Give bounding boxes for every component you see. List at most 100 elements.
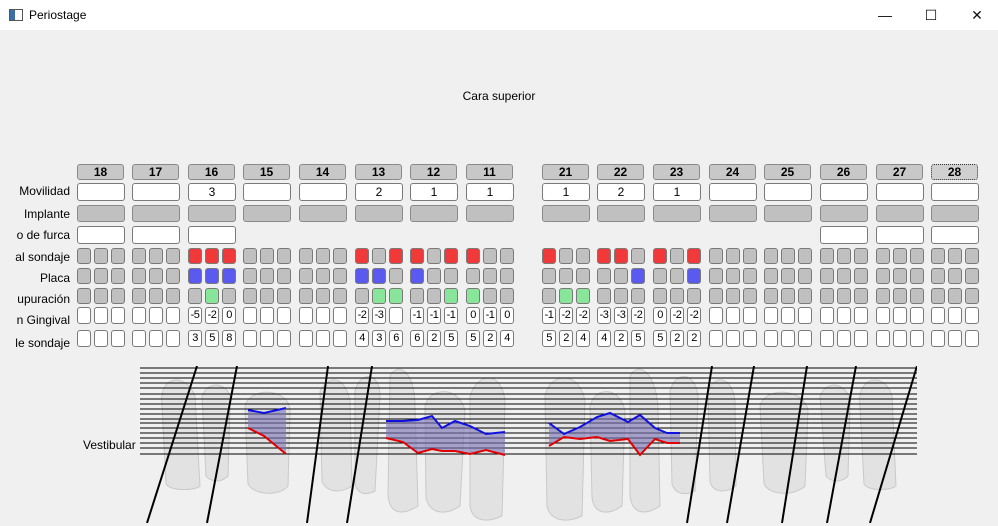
tooth-header-21[interactable]: 21 bbox=[542, 164, 589, 180]
bleeding-cell[interactable] bbox=[355, 248, 369, 264]
suppuration-cell[interactable] bbox=[260, 288, 274, 304]
bleeding-cell[interactable] bbox=[444, 248, 458, 264]
suppuration-cell[interactable] bbox=[500, 288, 514, 304]
bleeding-cell[interactable] bbox=[483, 248, 497, 264]
probing-input[interactable]: 5 bbox=[444, 330, 458, 347]
probing-input[interactable] bbox=[77, 330, 91, 347]
mobility-field-15[interactable] bbox=[243, 183, 291, 201]
gingival-input[interactable] bbox=[781, 307, 795, 324]
probing-input[interactable] bbox=[166, 330, 180, 347]
suppuration-cell[interactable] bbox=[820, 288, 834, 304]
gingival-input[interactable] bbox=[111, 307, 125, 324]
plaque-cell[interactable] bbox=[542, 268, 556, 284]
implant-toggle-26[interactable] bbox=[820, 205, 868, 222]
probing-input[interactable]: 6 bbox=[410, 330, 424, 347]
probing-input[interactable] bbox=[781, 330, 795, 347]
probing-input[interactable]: 4 bbox=[500, 330, 514, 347]
probing-input[interactable] bbox=[743, 330, 757, 347]
implant-toggle-27[interactable] bbox=[876, 205, 924, 222]
bleeding-cell[interactable] bbox=[111, 248, 125, 264]
probing-input[interactable] bbox=[260, 330, 274, 347]
plaque-cell[interactable] bbox=[576, 268, 590, 284]
bleeding-cell[interactable] bbox=[277, 248, 291, 264]
plaque-cell[interactable] bbox=[355, 268, 369, 284]
suppuration-cell[interactable] bbox=[355, 288, 369, 304]
probing-input[interactable]: 5 bbox=[653, 330, 667, 347]
probing-input[interactable] bbox=[316, 330, 330, 347]
probing-input[interactable]: 2 bbox=[483, 330, 497, 347]
bleeding-cell[interactable] bbox=[781, 248, 795, 264]
probing-input[interactable]: 4 bbox=[597, 330, 611, 347]
bleeding-cell[interactable] bbox=[166, 248, 180, 264]
bleeding-cell[interactable] bbox=[576, 248, 590, 264]
suppuration-cell[interactable] bbox=[948, 288, 962, 304]
suppuration-cell[interactable] bbox=[559, 288, 573, 304]
tooth-header-23[interactable]: 23 bbox=[653, 164, 700, 180]
tooth-header-22[interactable]: 22 bbox=[597, 164, 644, 180]
suppuration-cell[interactable] bbox=[94, 288, 108, 304]
suppuration-cell[interactable] bbox=[299, 288, 313, 304]
suppuration-cell[interactable] bbox=[466, 288, 480, 304]
probing-input[interactable] bbox=[333, 330, 347, 347]
suppuration-cell[interactable] bbox=[542, 288, 556, 304]
probing-input[interactable] bbox=[931, 330, 945, 347]
suppuration-cell[interactable] bbox=[614, 288, 628, 304]
bleeding-cell[interactable] bbox=[559, 248, 573, 264]
probing-input[interactable]: 2 bbox=[427, 330, 441, 347]
gingival-input[interactable] bbox=[389, 307, 403, 324]
plaque-cell[interactable] bbox=[205, 268, 219, 284]
plaque-cell[interactable] bbox=[277, 268, 291, 284]
mobility-field-16[interactable]: 3 bbox=[188, 183, 236, 201]
suppuration-cell[interactable] bbox=[687, 288, 701, 304]
plaque-cell[interactable] bbox=[149, 268, 163, 284]
gingival-input[interactable] bbox=[260, 307, 274, 324]
suppuration-cell[interactable] bbox=[965, 288, 979, 304]
suppuration-cell[interactable] bbox=[483, 288, 497, 304]
mobility-field-27[interactable] bbox=[876, 183, 924, 201]
probing-input[interactable] bbox=[893, 330, 907, 347]
gingival-input[interactable]: 0 bbox=[500, 307, 514, 324]
mobility-field-22[interactable]: 2 bbox=[597, 183, 645, 201]
probing-input[interactable] bbox=[94, 330, 108, 347]
furca-field-16[interactable] bbox=[188, 226, 236, 244]
bleeding-cell[interactable] bbox=[597, 248, 611, 264]
bleeding-cell[interactable] bbox=[764, 248, 778, 264]
implant-toggle-17[interactable] bbox=[132, 205, 180, 222]
suppuration-cell[interactable] bbox=[931, 288, 945, 304]
bleeding-cell[interactable] bbox=[260, 248, 274, 264]
mobility-field-26[interactable] bbox=[820, 183, 868, 201]
gingival-input[interactable]: -2 bbox=[355, 307, 369, 324]
plaque-cell[interactable] bbox=[631, 268, 645, 284]
probing-input[interactable]: 5 bbox=[466, 330, 480, 347]
bleeding-cell[interactable] bbox=[931, 248, 945, 264]
plaque-cell[interactable] bbox=[94, 268, 108, 284]
suppuration-cell[interactable] bbox=[333, 288, 347, 304]
implant-toggle-13[interactable] bbox=[355, 205, 403, 222]
plaque-cell[interactable] bbox=[837, 268, 851, 284]
bleeding-cell[interactable] bbox=[798, 248, 812, 264]
bleeding-cell[interactable] bbox=[389, 248, 403, 264]
implant-toggle-25[interactable] bbox=[764, 205, 812, 222]
suppuration-cell[interactable] bbox=[781, 288, 795, 304]
probing-input[interactable]: 2 bbox=[687, 330, 701, 347]
gingival-input[interactable] bbox=[820, 307, 834, 324]
plaque-cell[interactable] bbox=[854, 268, 868, 284]
bleeding-cell[interactable] bbox=[709, 248, 723, 264]
gingival-input[interactable] bbox=[277, 307, 291, 324]
probing-input[interactable] bbox=[299, 330, 313, 347]
suppuration-cell[interactable] bbox=[277, 288, 291, 304]
plaque-cell[interactable] bbox=[893, 268, 907, 284]
bleeding-cell[interactable] bbox=[316, 248, 330, 264]
close-button[interactable]: ✕ bbox=[954, 0, 998, 30]
plaque-cell[interactable] bbox=[316, 268, 330, 284]
bleeding-cell[interactable] bbox=[820, 248, 834, 264]
gingival-input[interactable] bbox=[709, 307, 723, 324]
gingival-input[interactable]: -1 bbox=[410, 307, 424, 324]
implant-toggle-16[interactable] bbox=[188, 205, 236, 222]
gingival-input[interactable] bbox=[893, 307, 907, 324]
bleeding-cell[interactable] bbox=[893, 248, 907, 264]
mobility-field-24[interactable] bbox=[709, 183, 757, 201]
bleeding-cell[interactable] bbox=[500, 248, 514, 264]
bleeding-cell[interactable] bbox=[542, 248, 556, 264]
gingival-input[interactable]: -2 bbox=[559, 307, 573, 324]
